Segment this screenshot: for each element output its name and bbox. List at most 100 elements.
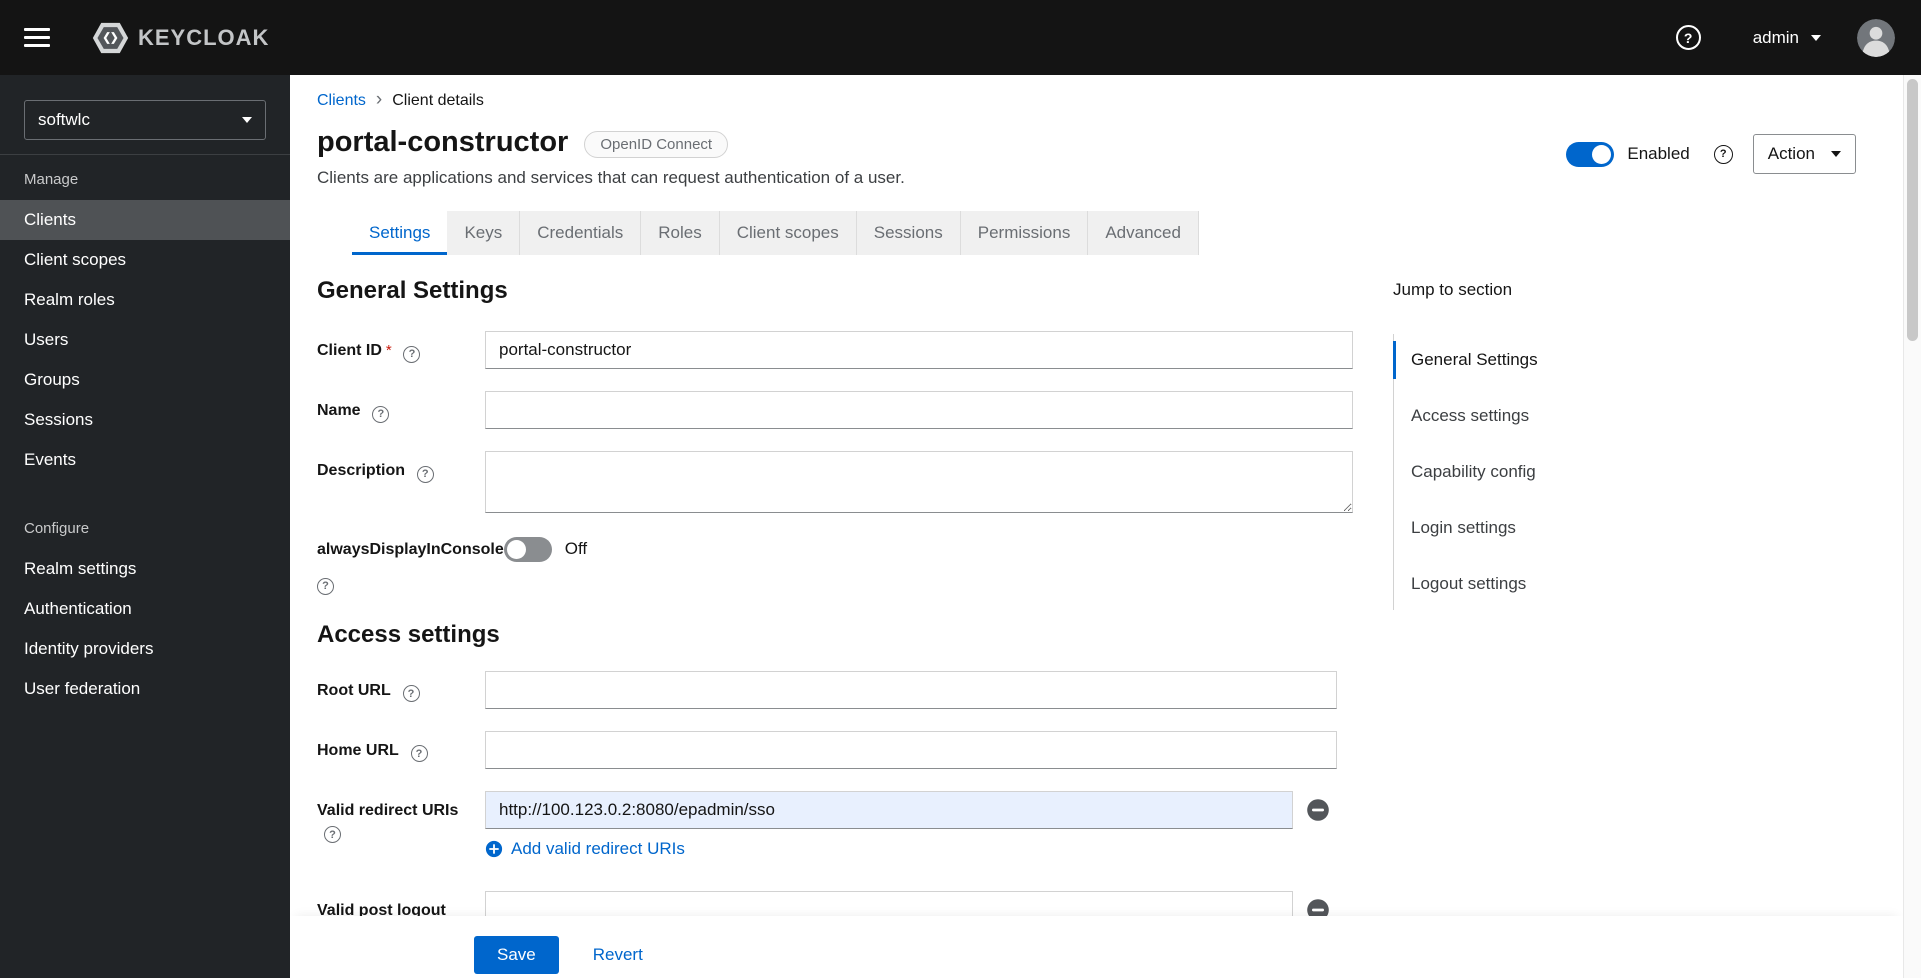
client-id-label-cell: Client ID [317, 331, 485, 369]
section-general-settings: General Settings [317, 277, 508, 304]
client-id-help-icon[interactable] [403, 345, 421, 363]
jump-link-access-settings[interactable]: Access settings [1393, 388, 1603, 444]
realm-name: softwlc [38, 110, 90, 129]
sidebar-item-label: Groups [24, 370, 80, 389]
action-dropdown[interactable]: Action [1752, 134, 1856, 174]
tab-advanced[interactable]: Advanced [1088, 211, 1199, 255]
client-id-input[interactable] [485, 331, 1353, 369]
username: admin [1752, 27, 1799, 47]
page-header-controls: Enabled Action [1566, 134, 1856, 174]
tab-settings[interactable]: Settings [352, 211, 448, 255]
jump-link-login-settings[interactable]: Login settings [1393, 500, 1603, 556]
sidebar-item-sessions[interactable]: Sessions [0, 400, 290, 440]
masthead: KEYCLOAK admin [0, 0, 1921, 75]
tab-roles[interactable]: Roles [641, 211, 720, 255]
breadcrumb: Clients Client details [317, 92, 1903, 110]
title-row: portal-constructor OpenID Connect [317, 126, 905, 159]
home-url-input[interactable] [485, 730, 1337, 769]
sidebar-item-user-federation[interactable]: User federation [0, 669, 290, 709]
tab-client-scopes[interactable]: Client scopes [719, 211, 857, 255]
sidebar-item-label: Realm roles [24, 290, 115, 309]
nav-group-title: Configure [24, 520, 90, 537]
sidebar-item-label: Identity providers [24, 639, 154, 658]
keycloak-logo[interactable]: KEYCLOAK [92, 22, 269, 54]
client-id-row: Client ID [317, 331, 1397, 369]
breadcrumb-divider-icon [376, 92, 382, 110]
sidebar-item-groups[interactable]: Groups [0, 360, 290, 400]
sidebar-item-clients[interactable]: Clients [0, 200, 290, 240]
jump-list: General Settings Access settings Capabil… [1393, 332, 1603, 612]
settings-form: General Settings Client ID Name [317, 277, 1397, 942]
name-row: Name [317, 391, 1397, 429]
section-access-settings: Access settings [317, 620, 500, 648]
tab-permissions[interactable]: Permissions [960, 211, 1089, 255]
revert-button[interactable]: Revert [593, 936, 643, 974]
name-help-icon[interactable] [372, 405, 390, 423]
chevron-down-icon [242, 117, 252, 123]
always-display-toggle[interactable] [503, 536, 552, 562]
page-header-left: portal-constructor OpenID Connect Client… [317, 126, 905, 188]
always-display-state: Off [564, 539, 588, 558]
required-indicator [382, 340, 392, 359]
sidebar-item-users[interactable]: Users [0, 320, 290, 360]
enabled-help-icon[interactable] [1713, 144, 1733, 164]
home-url-help-icon[interactable] [410, 745, 428, 762]
nav-toggle-button[interactable] [18, 16, 62, 60]
remove-redirect-uri-button[interactable] [1306, 798, 1330, 822]
breadcrumb-clients-link[interactable]: Clients [317, 92, 366, 110]
root-url-input[interactable] [485, 670, 1337, 709]
sidebar-item-identity-providers[interactable]: Identity providers [0, 629, 290, 669]
sidebar-item-realm-roles[interactable]: Realm roles [0, 280, 290, 320]
jump-link-logout-settings[interactable]: Logout settings [1393, 556, 1603, 612]
realm-selector[interactable]: softwlc [24, 100, 266, 140]
help-icon[interactable] [1675, 25, 1701, 50]
nav-group-manage: Manage Clients Client scopes Realm roles… [0, 171, 290, 480]
save-button[interactable]: Save [474, 936, 559, 974]
always-display-row: alwaysDisplayInConsole Off [317, 535, 1397, 595]
enabled-toggle[interactable] [1566, 141, 1615, 167]
sidebar-item-authentication[interactable]: Authentication [0, 589, 290, 629]
scrollbar-thumb[interactable] [1907, 79, 1918, 341]
breadcrumb-current: Client details [392, 92, 484, 109]
always-display-help-icon[interactable] [317, 577, 334, 595]
avatar[interactable] [1857, 18, 1895, 57]
nav-group-title: Manage [24, 171, 79, 188]
sidebar-item-events[interactable]: Events [0, 440, 290, 480]
add-redirect-uri-button[interactable]: Add valid redirect URIs [485, 839, 685, 859]
user-menu[interactable]: admin [1753, 28, 1821, 48]
jump-link-general-settings[interactable]: General Settings [1393, 332, 1603, 388]
jump-link-capability-config[interactable]: Capability config [1393, 444, 1603, 500]
description-help-icon[interactable] [416, 465, 434, 483]
jump-title: Jump to section [1393, 280, 1513, 299]
toggle-knob [506, 539, 526, 559]
avatar-icon [1857, 18, 1895, 57]
sidebar-item-label: Sessions [24, 410, 93, 429]
description-textarea[interactable] [485, 451, 1353, 513]
redirect-uris-help-icon[interactable] [324, 826, 341, 843]
name-label: Name [317, 402, 361, 419]
masthead-right: admin [1675, 18, 1895, 57]
add-redirect-uri-label: Add valid redirect URIs [511, 838, 685, 858]
sidebar: softwlc Manage Clients Client scopes Rea… [0, 75, 290, 978]
keycloak-logo-icon [92, 22, 129, 53]
tab-credentials[interactable]: Credentials [520, 211, 642, 255]
redirect-uri-input[interactable] [485, 790, 1293, 829]
body-row: softwlc Manage Clients Client scopes Rea… [0, 75, 1921, 978]
brand-name: KEYCLOAK [138, 24, 270, 50]
protocol-badge: OpenID Connect [584, 131, 729, 158]
chevron-down-icon [1811, 34, 1821, 41]
name-input[interactable] [485, 391, 1353, 429]
page-subtitle: Clients are applications and services th… [317, 168, 905, 187]
divider [0, 154, 290, 155]
chevron-down-icon [1831, 151, 1841, 157]
scrollbar[interactable] [1903, 75, 1921, 978]
tab-bar: Settings Keys Credentials Roles Client s… [352, 211, 1903, 255]
tab-keys[interactable]: Keys [447, 211, 521, 255]
tab-sessions[interactable]: Sessions [856, 211, 961, 255]
root-url-help-icon[interactable] [402, 685, 420, 702]
sidebar-item-client-scopes[interactable]: Client scopes [0, 240, 290, 280]
sidebar-item-label: Users [24, 330, 69, 349]
sidebar-item-realm-settings[interactable]: Realm settings [0, 549, 290, 589]
sidebar-item-label: Events [24, 450, 76, 469]
enabled-label: Enabled [1627, 144, 1690, 163]
